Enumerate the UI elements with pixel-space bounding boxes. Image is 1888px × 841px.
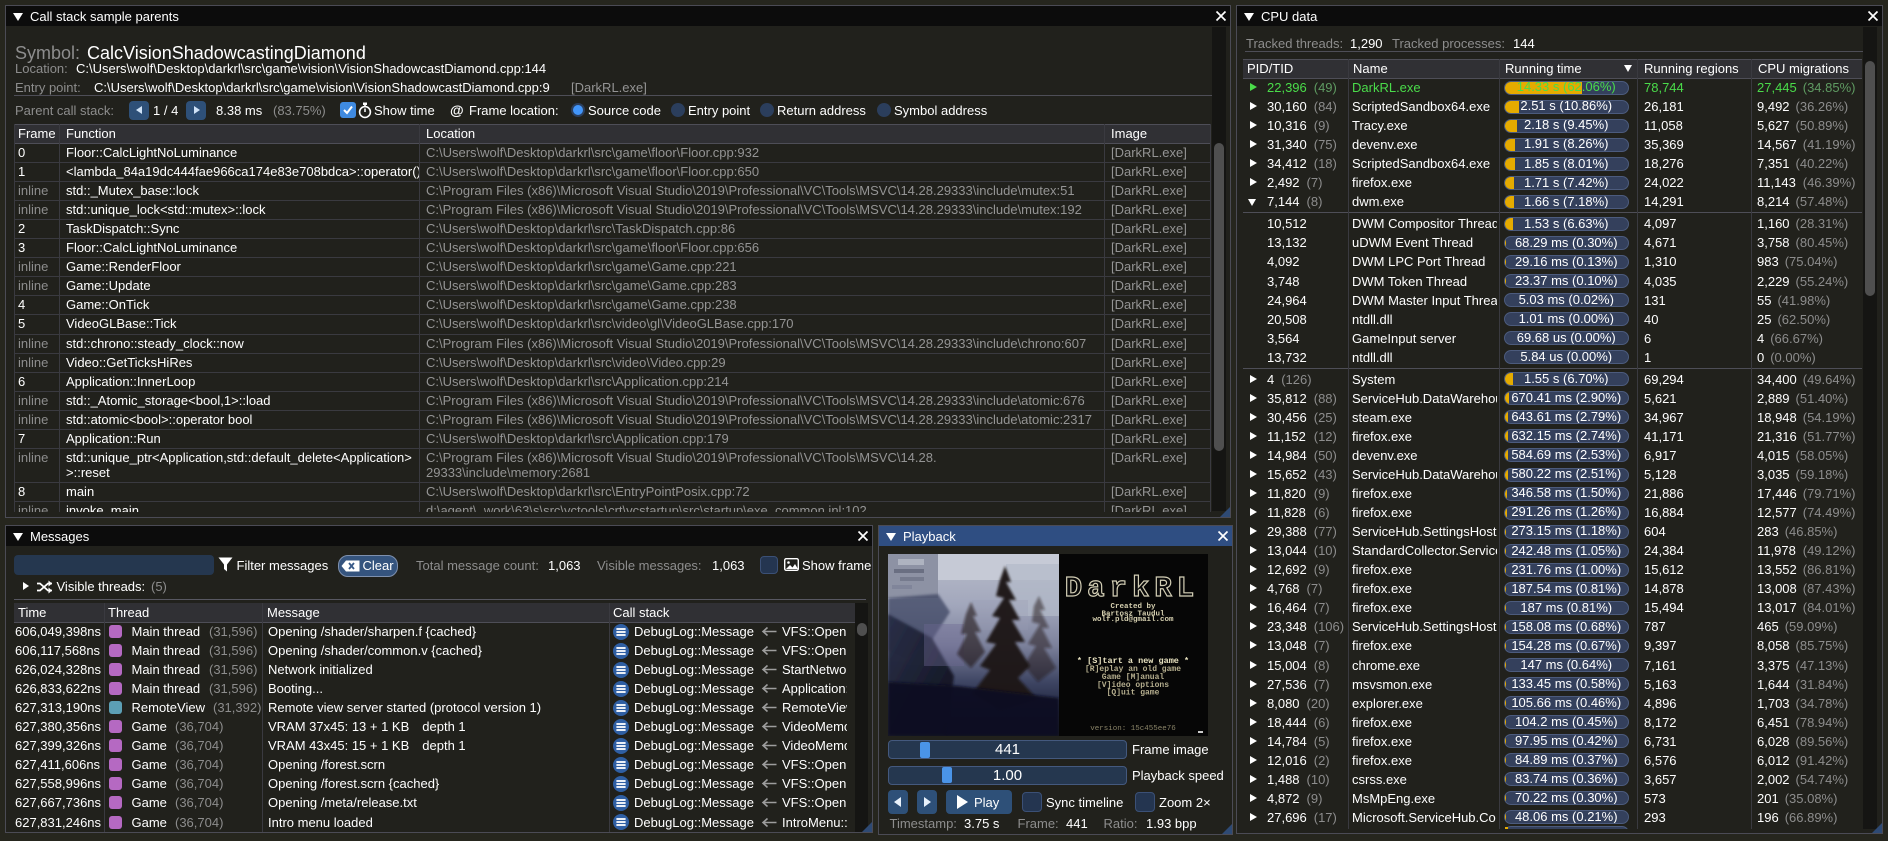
- svg-text:version: 15c455ee76: version: 15c455ee76: [1090, 725, 1176, 733]
- svg-text:wolf.pld@gmail.com: wolf.pld@gmail.com: [1092, 616, 1174, 624]
- svg-text:DarkRL: DarkRL: [1065, 572, 1199, 605]
- svg-text:[Q]uit game: [Q]uit game: [1107, 689, 1160, 698]
